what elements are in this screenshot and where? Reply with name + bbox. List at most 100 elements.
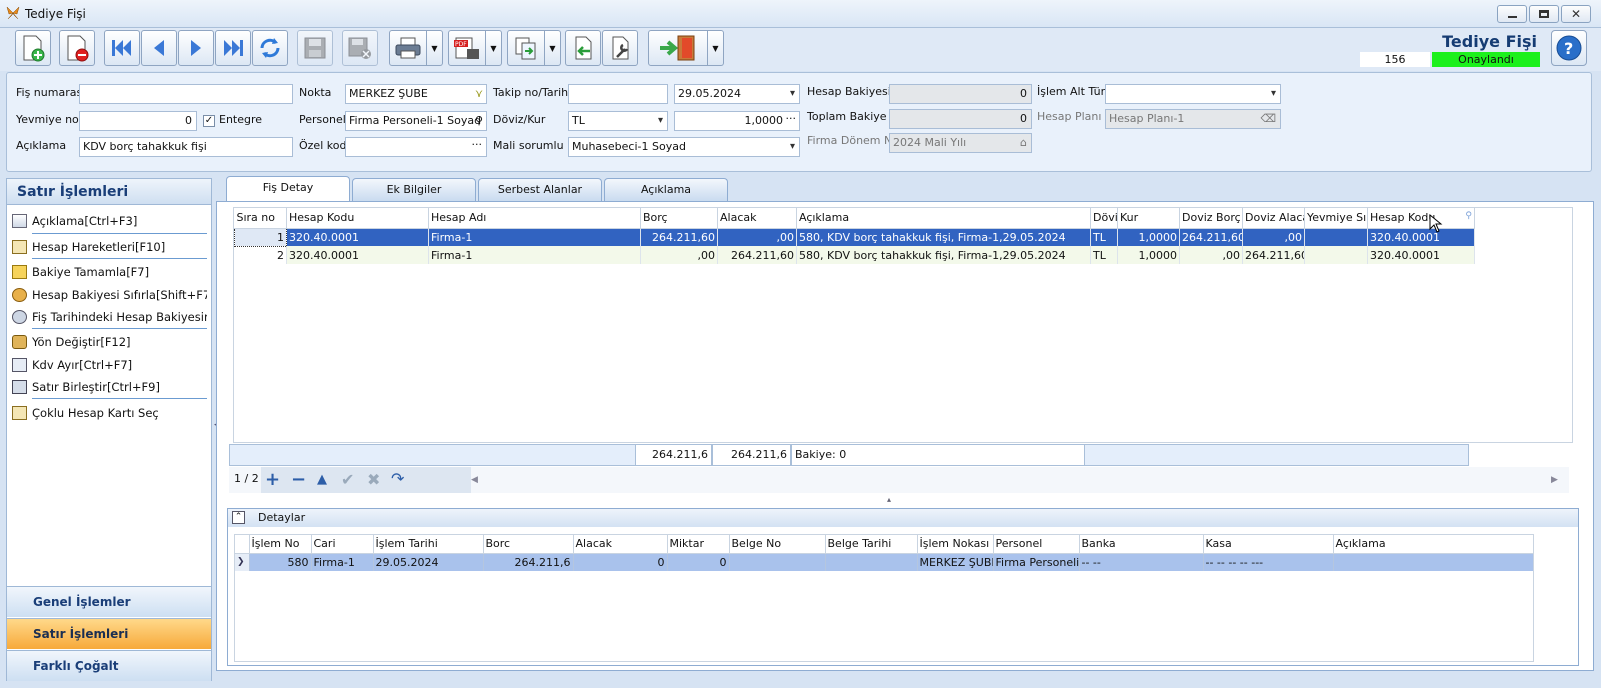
kur-input[interactable]: 1,0000 ···: [674, 111, 800, 131]
sidebar-item-satir-birlestir[interactable]: Satır Birleştir[Ctrl+F9]: [12, 377, 207, 397]
last-record-button[interactable]: [215, 30, 251, 66]
column-header[interactable]: Doviz Alacal: [1242, 208, 1305, 229]
sidebar-item-kdv-ayir[interactable]: Kdv Ayır[Ctrl+F7]: [12, 355, 207, 375]
aciklama-input[interactable]: KDV borç tahakkuk fişi: [79, 137, 293, 157]
ellipsis-icon[interactable]: ···: [786, 112, 797, 128]
nav-genel-islemler[interactable]: Genel İşlemler: [7, 586, 211, 617]
table-cell[interactable]: ,00: [717, 228, 797, 246]
table-cell[interactable]: [1304, 228, 1368, 246]
table-cell[interactable]: -- -- -- -- ---: [1203, 553, 1334, 571]
tab-ek-bilgiler[interactable]: Ek Bilgiler: [352, 178, 476, 201]
yevmiye-input[interactable]: 0: [79, 111, 197, 131]
mali-select[interactable]: Muhasebeci-1 Soyad: [568, 137, 800, 157]
column-header[interactable]: İşlem Tarihi: [373, 535, 484, 554]
table-cell[interactable]: [1304, 246, 1368, 264]
table-cell[interactable]: TL: [1090, 228, 1118, 246]
table-cell[interactable]: 320.40.0001: [1367, 246, 1475, 264]
personel-input[interactable]: Firma Personeli-1 Soyad ⚲: [345, 111, 487, 131]
table-cell[interactable]: TL: [1090, 246, 1118, 264]
table-cell[interactable]: 320.40.0001: [286, 228, 429, 246]
column-header[interactable]: Kasa: [1203, 535, 1334, 554]
table-row[interactable]: ❯ 580 Firma-1 29.05.2024 264.211,6 0 0 M…: [235, 553, 1533, 571]
table-cell[interactable]: 1,0000: [1117, 246, 1180, 264]
column-header[interactable]: Miktar: [667, 535, 730, 554]
table-cell[interactable]: Firma-1: [428, 246, 641, 264]
nav-farkli-cogalt[interactable]: Farklı Çoğalt: [7, 650, 211, 681]
ozel-kod-input[interactable]: ···: [345, 137, 487, 157]
settings-button[interactable]: [602, 30, 638, 66]
column-header[interactable]: Alacak: [717, 208, 797, 229]
table-cell[interactable]: 580, KDV borç tahakkuk fişi, Firma-1,29.…: [796, 246, 1091, 264]
exit-button[interactable]: [648, 30, 708, 66]
tarih-picker[interactable]: 29.05.2024: [674, 84, 800, 104]
column-header[interactable]: İşlem No: [249, 535, 312, 554]
table-cell[interactable]: 1: [234, 227, 287, 247]
maximize-button[interactable]: [1529, 5, 1559, 23]
save-close-button[interactable]: [342, 30, 378, 66]
entegre-checkbox[interactable]: ✓: [203, 115, 215, 127]
confirm-icon[interactable]: ✔: [341, 470, 354, 489]
sidebar-item-bakiye-sifirla[interactable]: Hesap Bakiyesi Sıfırla[Shift+F7]: [12, 285, 207, 305]
splitter-icon[interactable]: ▴: [887, 495, 891, 504]
scroll-right-icon[interactable]: ▶: [1551, 475, 1558, 485]
remove-row-icon[interactable]: −: [291, 469, 306, 490]
print-button[interactable]: [389, 30, 427, 66]
table-cell[interactable]: 580: [249, 553, 312, 571]
move-up-icon[interactable]: ▲: [317, 472, 327, 487]
column-header[interactable]: Personel: [993, 535, 1080, 554]
column-header[interactable]: Açıklama: [1333, 535, 1533, 554]
doviz-select[interactable]: TL: [568, 111, 668, 131]
delete-document-button[interactable]: [59, 30, 95, 66]
table-cell[interactable]: MERKEZ ŞUBE: [917, 553, 994, 571]
column-header[interactable]: Hesap Kodu: [286, 208, 429, 229]
table-cell[interactable]: 580, KDV borç tahakkuk fişi, Firma-1,29.…: [796, 228, 1091, 246]
column-header[interactable]: Sıra no: [234, 208, 287, 229]
column-header[interactable]: Cari: [311, 535, 374, 554]
next-record-button[interactable]: [178, 30, 214, 66]
column-header[interactable]: Hesap Adı: [428, 208, 641, 229]
column-header[interactable]: Hesap Kodu ⚲: [1367, 208, 1475, 229]
table-cell[interactable]: [729, 553, 826, 571]
table-cell[interactable]: 29.05.2024: [373, 553, 484, 571]
first-record-button[interactable]: [104, 30, 140, 66]
tab-fis-detay[interactable]: Fiş Detay: [226, 176, 350, 201]
sidebar-item-coklu-hesap[interactable]: Çoklu Hesap Kartı Seç: [12, 403, 207, 423]
refresh-button[interactable]: [252, 30, 288, 66]
column-header[interactable]: Belge Tarihi: [825, 535, 918, 554]
column-header[interactable]: Belge No: [729, 535, 826, 554]
table-cell[interactable]: 1,0000: [1117, 228, 1180, 246]
export-pdf-button[interactable]: PDF: [448, 30, 486, 66]
nav-satir-islemleri[interactable]: Satır İşlemleri: [7, 618, 211, 649]
table-cell[interactable]: -- --: [1079, 553, 1204, 571]
lookup-icon[interactable]: ⚲: [475, 112, 483, 130]
sidebar-item-bakiye-tamamla[interactable]: Bakiye Tamamla[F7]: [12, 262, 207, 282]
column-header[interactable]: Borç: [640, 208, 718, 229]
sidebar-item-aciklama[interactable]: Açıklama[Ctrl+F3]: [12, 211, 207, 231]
column-header[interactable]: Doviz Borç: [1179, 208, 1243, 229]
fis-no-input[interactable]: [79, 84, 293, 104]
cancel-icon[interactable]: ✖: [367, 470, 380, 489]
table-cell[interactable]: ,00: [640, 246, 718, 264]
help-button[interactable]: ?: [1551, 30, 1587, 66]
table-row[interactable]: 2 320.40.0001 Firma-1 ,00 264.211,60 580…: [234, 246, 1475, 264]
column-header[interactable]: İşlem Nokası: [917, 535, 994, 554]
table-cell[interactable]: Firma Personeli-1: [993, 553, 1080, 571]
takip-input[interactable]: [568, 84, 668, 104]
column-header[interactable]: Borc: [483, 535, 574, 554]
table-cell[interactable]: 264.211,6: [483, 553, 574, 571]
table-cell[interactable]: ,00: [1179, 246, 1243, 264]
pdf-dropdown[interactable]: ▼: [486, 30, 502, 66]
table-cell[interactable]: 0: [573, 553, 668, 571]
table-cell[interactable]: ,00: [1242, 228, 1305, 246]
table-row[interactable]: 1 320.40.0001 Firma-1 264.211,60 ,00 580…: [234, 227, 1475, 247]
table-cell[interactable]: 264.211,60: [1179, 228, 1243, 246]
sidebar-item-fis-tarihindeki[interactable]: Fiş Tarihindeki Hesap Bakiyesini ...: [12, 307, 207, 327]
column-header[interactable]: Yevmiye Sıra: [1304, 208, 1368, 229]
copy-document-button[interactable]: [507, 30, 545, 66]
table-cell[interactable]: 320.40.0001: [1367, 228, 1475, 246]
table-cell[interactable]: 0: [667, 553, 730, 571]
ellipsis-icon[interactable]: ···: [472, 138, 483, 154]
table-cell[interactable]: 264.211,60: [640, 228, 718, 246]
table-cell[interactable]: [1333, 553, 1533, 571]
table-cell[interactable]: Firma-1: [428, 228, 641, 246]
